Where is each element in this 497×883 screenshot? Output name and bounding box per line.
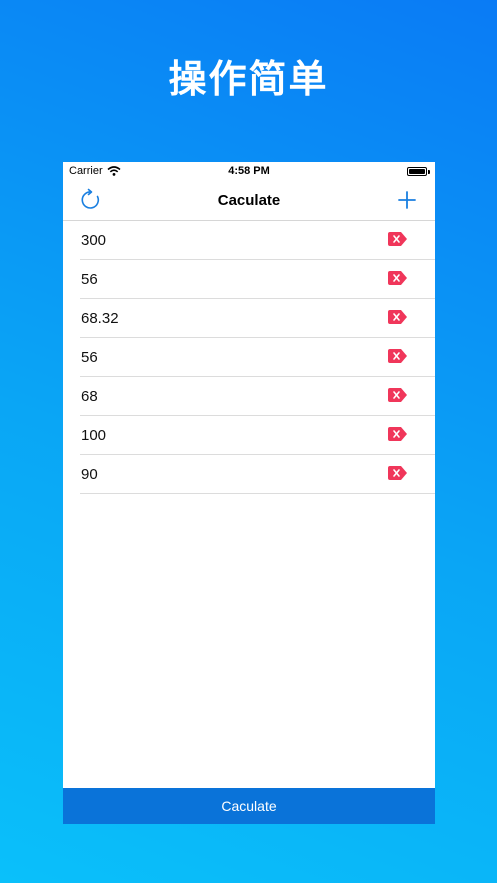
battery-tip bbox=[428, 170, 430, 174]
plus-icon[interactable] bbox=[397, 190, 417, 210]
list-item[interactable]: 56 bbox=[80, 260, 435, 299]
status-bar: Carrier 4:58 PM bbox=[63, 162, 435, 182]
list-item[interactable]: 100 bbox=[80, 416, 435, 455]
delete-tag-icon[interactable] bbox=[388, 427, 407, 441]
list-item[interactable]: 68.32 bbox=[80, 299, 435, 338]
delete-tag-icon[interactable] bbox=[388, 271, 407, 285]
item-value: 300 bbox=[81, 232, 107, 249]
navigation-bar: Caculate bbox=[63, 182, 435, 221]
list-item[interactable]: 300 bbox=[80, 221, 435, 260]
list-item[interactable]: 56 bbox=[80, 338, 435, 377]
promo-headline: 操作简单 bbox=[168, 57, 329, 101]
list-item[interactable]: 68 bbox=[80, 377, 435, 416]
delete-tag-icon[interactable] bbox=[388, 466, 407, 480]
value-list: 300 56 68.32 56 68 100 90 bbox=[63, 221, 435, 494]
delete-tag-icon[interactable] bbox=[388, 349, 407, 363]
nav-title: Caculate bbox=[217, 192, 281, 209]
list-item[interactable]: 90 bbox=[80, 455, 435, 494]
item-value: 56 bbox=[81, 271, 98, 288]
calculate-button[interactable]: Caculate bbox=[63, 788, 435, 824]
item-value: 56 bbox=[81, 349, 98, 366]
item-value: 68 bbox=[81, 388, 98, 405]
item-value: 68.32 bbox=[81, 310, 119, 327]
battery-icon bbox=[407, 167, 427, 176]
phone-screen: Carrier 4:58 PM Caculate 300 56 68.32 56… bbox=[63, 162, 435, 824]
delete-tag-icon[interactable] bbox=[388, 310, 407, 324]
delete-tag-icon[interactable] bbox=[388, 232, 407, 246]
item-value: 100 bbox=[81, 427, 107, 444]
delete-tag-icon[interactable] bbox=[388, 388, 407, 402]
status-time: 4:58 PM bbox=[228, 165, 270, 177]
item-value: 90 bbox=[81, 466, 98, 483]
